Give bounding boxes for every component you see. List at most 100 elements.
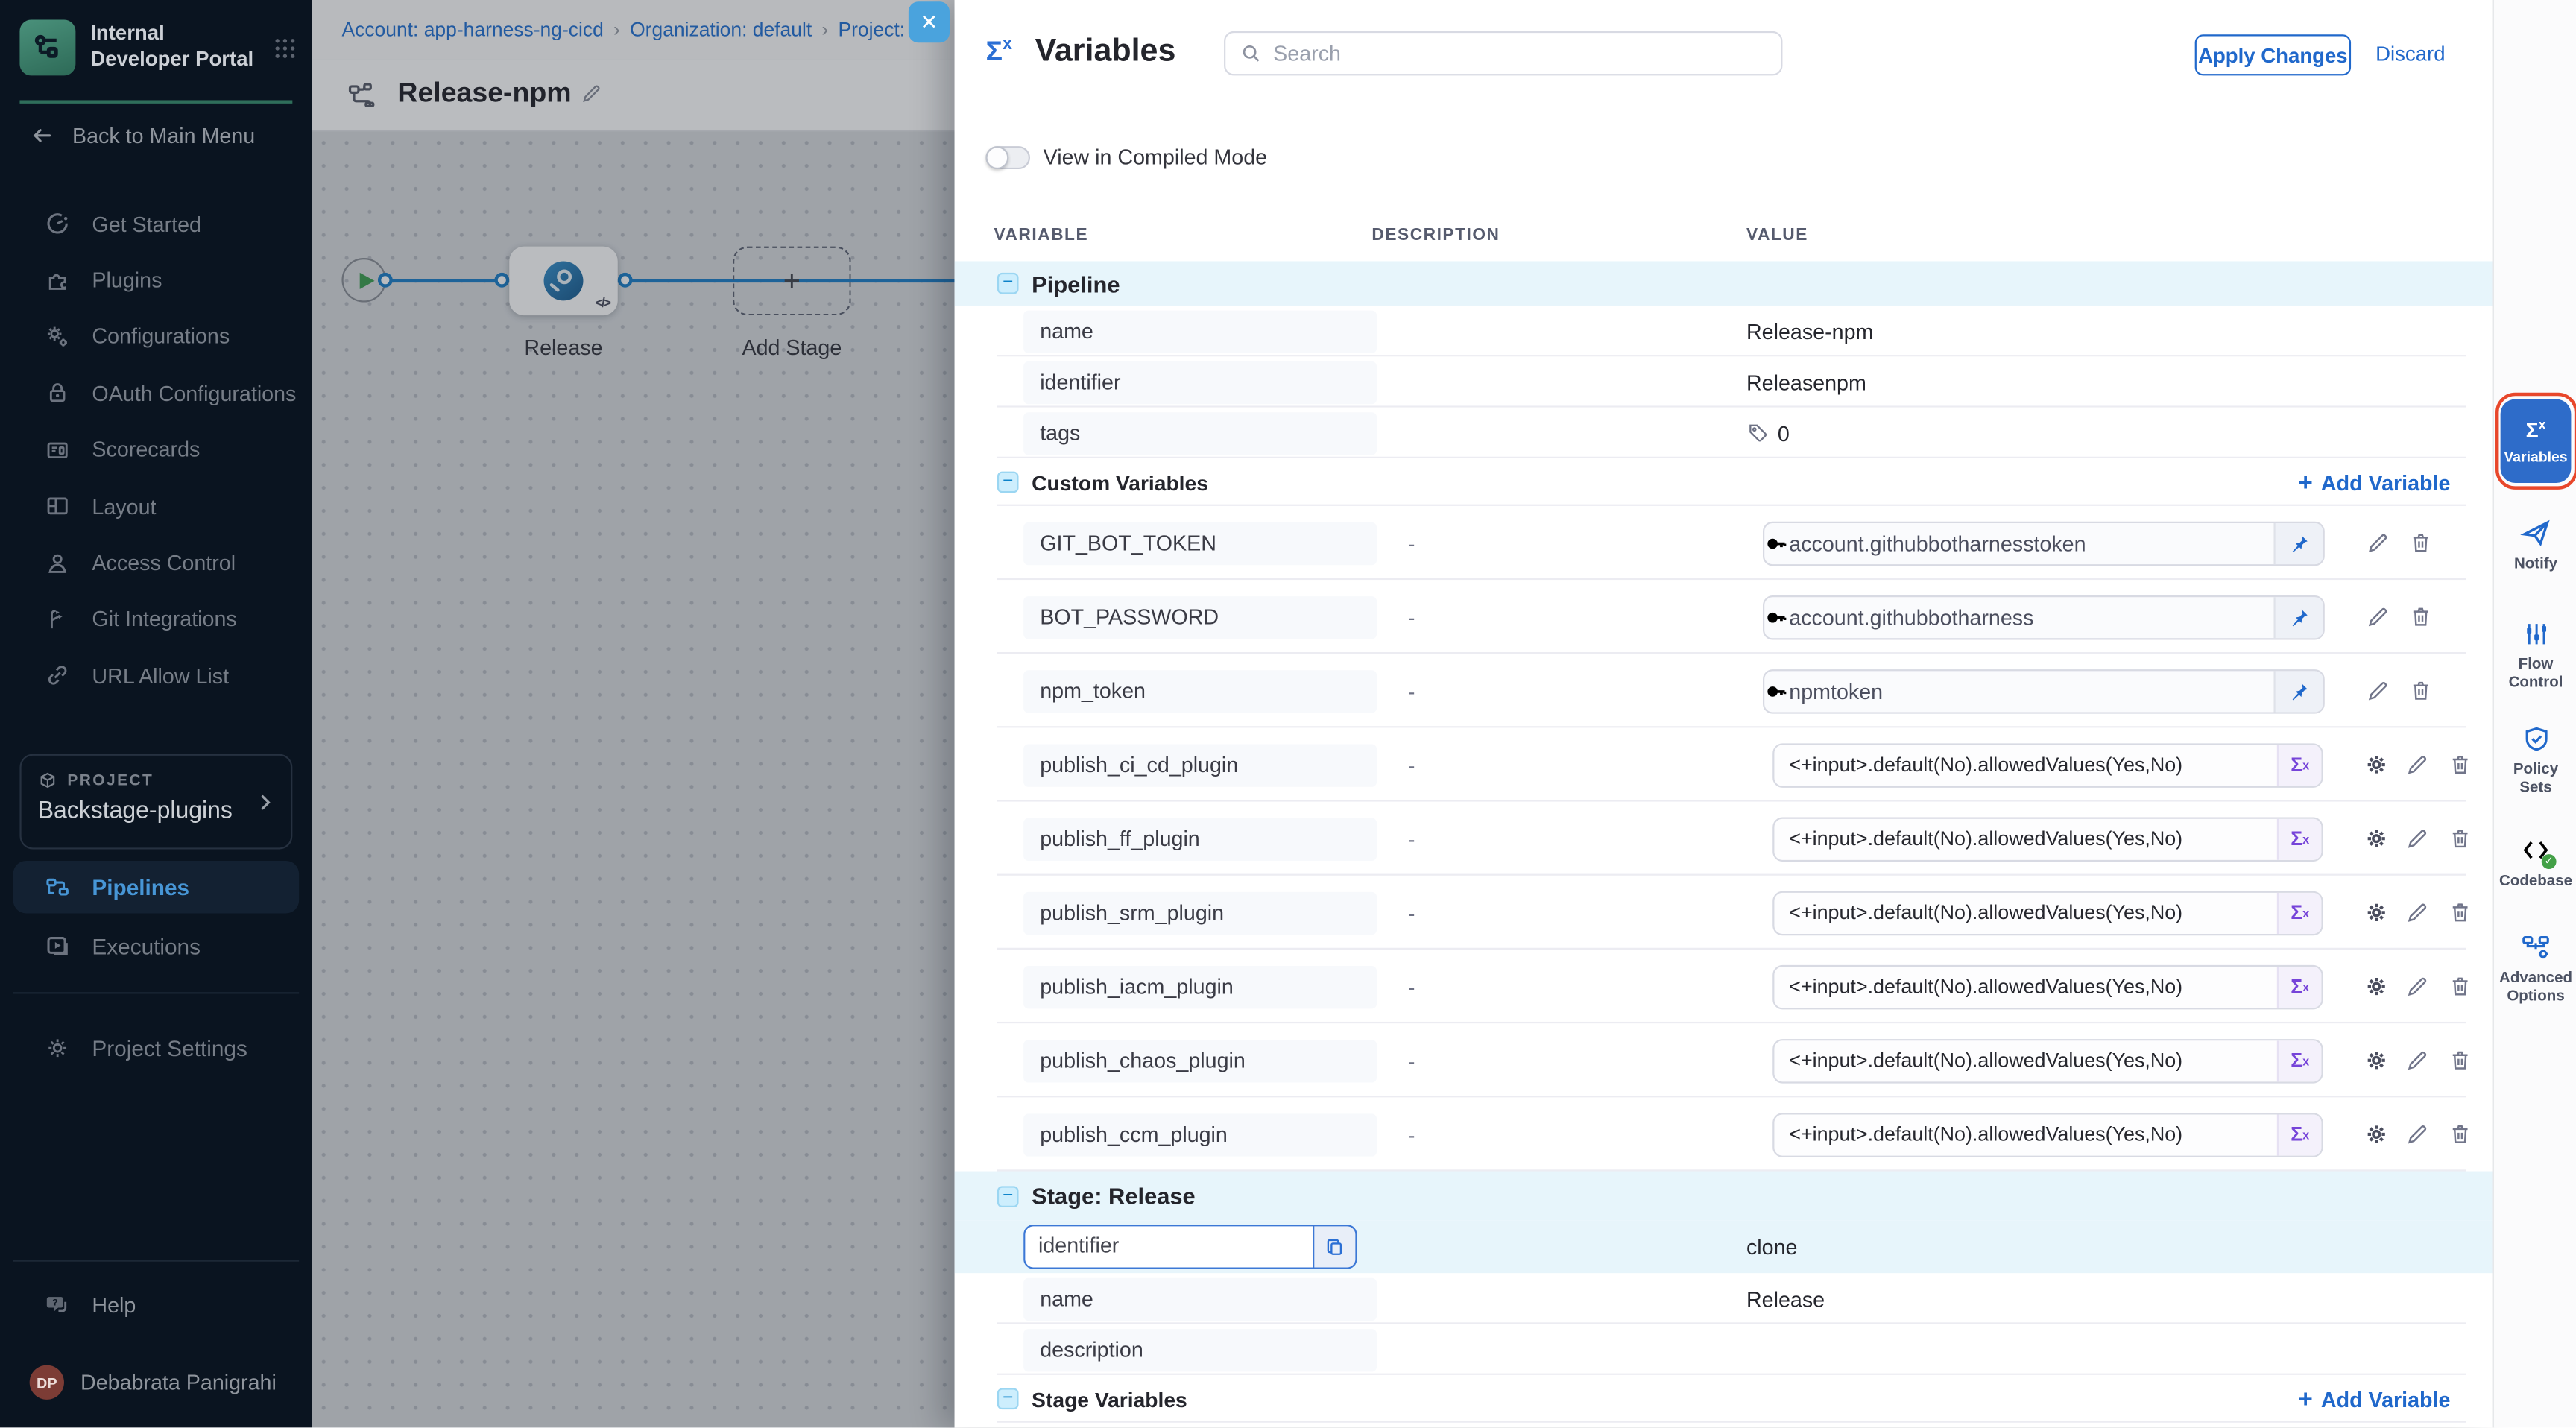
add-variable-button[interactable]: + Add Variable xyxy=(2299,468,2451,496)
delete-variable-button[interactable] xyxy=(2408,530,2434,556)
collapse-minus-icon[interactable]: − xyxy=(997,273,1019,294)
configurations-icon xyxy=(45,323,71,350)
close-panel-button[interactable]: ✕ xyxy=(909,1,950,42)
sidebar-item-layout[interactable]: Layout xyxy=(0,478,312,534)
sidebar-item-pipelines[interactable]: Pipelines xyxy=(13,861,300,914)
key-icon xyxy=(1764,678,1789,703)
sidebar-item-plugins[interactable]: Plugins xyxy=(0,252,312,309)
help-button[interactable]: ? Help xyxy=(45,1291,136,1317)
stage-identifier-input[interactable]: identifier xyxy=(1023,1225,1313,1269)
apply-changes-button[interactable]: Apply Changes xyxy=(2195,34,2351,75)
sidebar-item-configurations[interactable]: Configurations xyxy=(0,309,312,365)
input-type-selector-button[interactable]: Σx xyxy=(2277,818,2322,859)
sidebar-item-oauth-configurations[interactable]: OAuth Configurations xyxy=(0,365,312,422)
input-type-selector-button[interactable]: Σx xyxy=(2277,1040,2322,1081)
edit-variable-button[interactable] xyxy=(2405,1121,2431,1147)
edit-variable-button[interactable] xyxy=(2405,900,2431,926)
user-menu[interactable]: DP Debabrata Panigrahi xyxy=(30,1365,277,1400)
input-type-selector-button[interactable]: Σx xyxy=(2277,966,2322,1007)
edit-variable-button[interactable] xyxy=(2366,604,2392,630)
secret-value-field[interactable]: account.githubbotharnesstoken xyxy=(1763,521,2325,566)
idp-logo-icon xyxy=(19,19,75,75)
rail-tab-notify[interactable]: Notify xyxy=(2494,517,2576,573)
close-icon: ✕ xyxy=(920,9,938,35)
edit-variable-button[interactable] xyxy=(2366,677,2392,704)
variable-name-pill: publish_ci_cd_plugin xyxy=(1023,743,1377,786)
sidebar-item-executions[interactable]: Executions xyxy=(13,920,300,973)
column-variable: VARIABLE xyxy=(994,227,1088,244)
sidebar-item-url-allow-list[interactable]: URL Allow List xyxy=(0,648,312,704)
expression-value-field[interactable]: <+input>.default(No).allowedValues(Yes,N… xyxy=(1772,1112,2323,1157)
collapse-minus-icon[interactable]: − xyxy=(997,472,1019,493)
secret-value-field[interactable]: account.githubbotharness xyxy=(1763,595,2325,639)
pin-icon-button[interactable] xyxy=(2273,522,2323,563)
rail-tab-variables[interactable]: ΣxVariables xyxy=(2501,399,2572,483)
input-type-selector-button[interactable]: Σx xyxy=(2277,892,2322,933)
project-selector[interactable]: PROJECT Backstage-plugins xyxy=(19,754,292,850)
module-grid-icon[interactable] xyxy=(274,37,296,59)
sidebar-item-access-control[interactable]: Access Control xyxy=(0,534,312,591)
sidebar-item-project-settings[interactable]: Project Settings xyxy=(13,1022,300,1075)
delete-variable-button[interactable] xyxy=(2448,973,2474,999)
compiled-mode-toggle[interactable] xyxy=(985,145,1030,168)
oauth-icon xyxy=(45,380,71,406)
delete-variable-button[interactable] xyxy=(2448,1121,2474,1147)
rail-tab-label: Variables xyxy=(2504,448,2567,464)
pin-icon-button[interactable] xyxy=(2273,670,2323,711)
scorecards-icon xyxy=(45,437,71,463)
help-label: Help xyxy=(92,1292,136,1317)
sidebar-item-scorecards[interactable]: Scorecards xyxy=(0,421,312,478)
edit-variable-button[interactable] xyxy=(2405,751,2431,777)
expression-value-field[interactable]: <+input>.default(No).allowedValues(Yes,N… xyxy=(1772,891,2323,935)
expression-value-field[interactable]: <+input>.default(No).allowedValues(Yes,N… xyxy=(1772,816,2323,861)
app-title: Internal Developer Portal xyxy=(90,22,254,73)
sidebar-item-get-started[interactable]: Get Started xyxy=(0,195,312,252)
section-label: Custom Variables xyxy=(1032,470,1208,494)
app-header: Internal Developer Portal xyxy=(19,15,295,80)
expression-value-field[interactable]: <+input>.default(No).allowedValues(Yes,N… xyxy=(1772,742,2323,787)
variable-settings-button[interactable] xyxy=(2364,826,2390,852)
back-to-main-menu[interactable]: Back to Main Menu xyxy=(30,116,256,152)
variable-settings-button[interactable] xyxy=(2364,900,2390,926)
plus-icon: + xyxy=(2299,468,2313,496)
delete-variable-button[interactable] xyxy=(2448,751,2474,777)
pin-icon-button[interactable] xyxy=(2273,596,2323,637)
rail-tab-advanced-options[interactable]: AdvancedOptions xyxy=(2494,932,2576,1005)
sidebar-item-git-integrations[interactable]: Git Integrations xyxy=(0,591,312,648)
add-variable-button[interactable]: +Add Variable xyxy=(2299,1385,2451,1412)
variable-settings-button[interactable] xyxy=(2364,1047,2390,1073)
input-type-selector-button[interactable]: Σx xyxy=(2277,1113,2322,1154)
variable-settings-button[interactable] xyxy=(2364,1121,2390,1147)
edit-variable-button[interactable] xyxy=(2405,826,2431,852)
rail-tab-flow-control[interactable]: FlowControl xyxy=(2494,619,2576,692)
search-input[interactable] xyxy=(1273,41,1781,66)
edit-variable-button[interactable] xyxy=(2366,530,2392,556)
variable-settings-button[interactable] xyxy=(2364,751,2390,777)
key-icon xyxy=(1764,531,1789,555)
secret-reference-text: account.githubbotharnesstoken xyxy=(1789,531,2086,555)
delete-variable-button[interactable] xyxy=(2408,677,2434,704)
delete-variable-button[interactable] xyxy=(2448,1047,2474,1073)
variable-name-pill: publish_iacm_plugin xyxy=(1023,965,1377,1008)
variable-value-text: 0 xyxy=(1746,420,1790,445)
secret-value-field[interactable]: npmtoken xyxy=(1763,669,2325,713)
delete-variable-button[interactable] xyxy=(2408,604,2434,630)
sidebar-item-label: OAuth Configurations xyxy=(92,381,296,405)
expression-value-field[interactable]: <+input>.default(No).allowedValues(Yes,N… xyxy=(1772,964,2323,1009)
rail-tab-codebase[interactable]: ✓Codebase xyxy=(2494,835,2576,891)
delete-variable-button[interactable] xyxy=(2448,826,2474,852)
variable-name-pill: GIT_BOT_TOKEN xyxy=(1023,522,1377,564)
edit-variable-button[interactable] xyxy=(2405,1047,2431,1073)
add-variable-label: Add Variable xyxy=(2321,470,2451,494)
input-type-selector-button[interactable]: Σx xyxy=(2277,744,2322,785)
expression-value-field[interactable]: <+input>.default(No).allowedValues(Yes,N… xyxy=(1772,1038,2323,1083)
copy-icon-button[interactable] xyxy=(1313,1225,1357,1269)
discard-button[interactable]: Discard xyxy=(2375,42,2445,66)
edit-variable-button[interactable] xyxy=(2405,973,2431,999)
variable-settings-button[interactable] xyxy=(2364,973,2390,999)
collapse-minus-icon[interactable]: − xyxy=(997,1185,1019,1207)
rail-tab-policy-sets[interactable]: PolicySets xyxy=(2494,724,2576,797)
collapse-minus-icon[interactable]: − xyxy=(997,1388,1019,1409)
delete-variable-button[interactable] xyxy=(2448,900,2474,926)
compiled-mode-row: View in Compiled Mode xyxy=(985,145,1267,169)
